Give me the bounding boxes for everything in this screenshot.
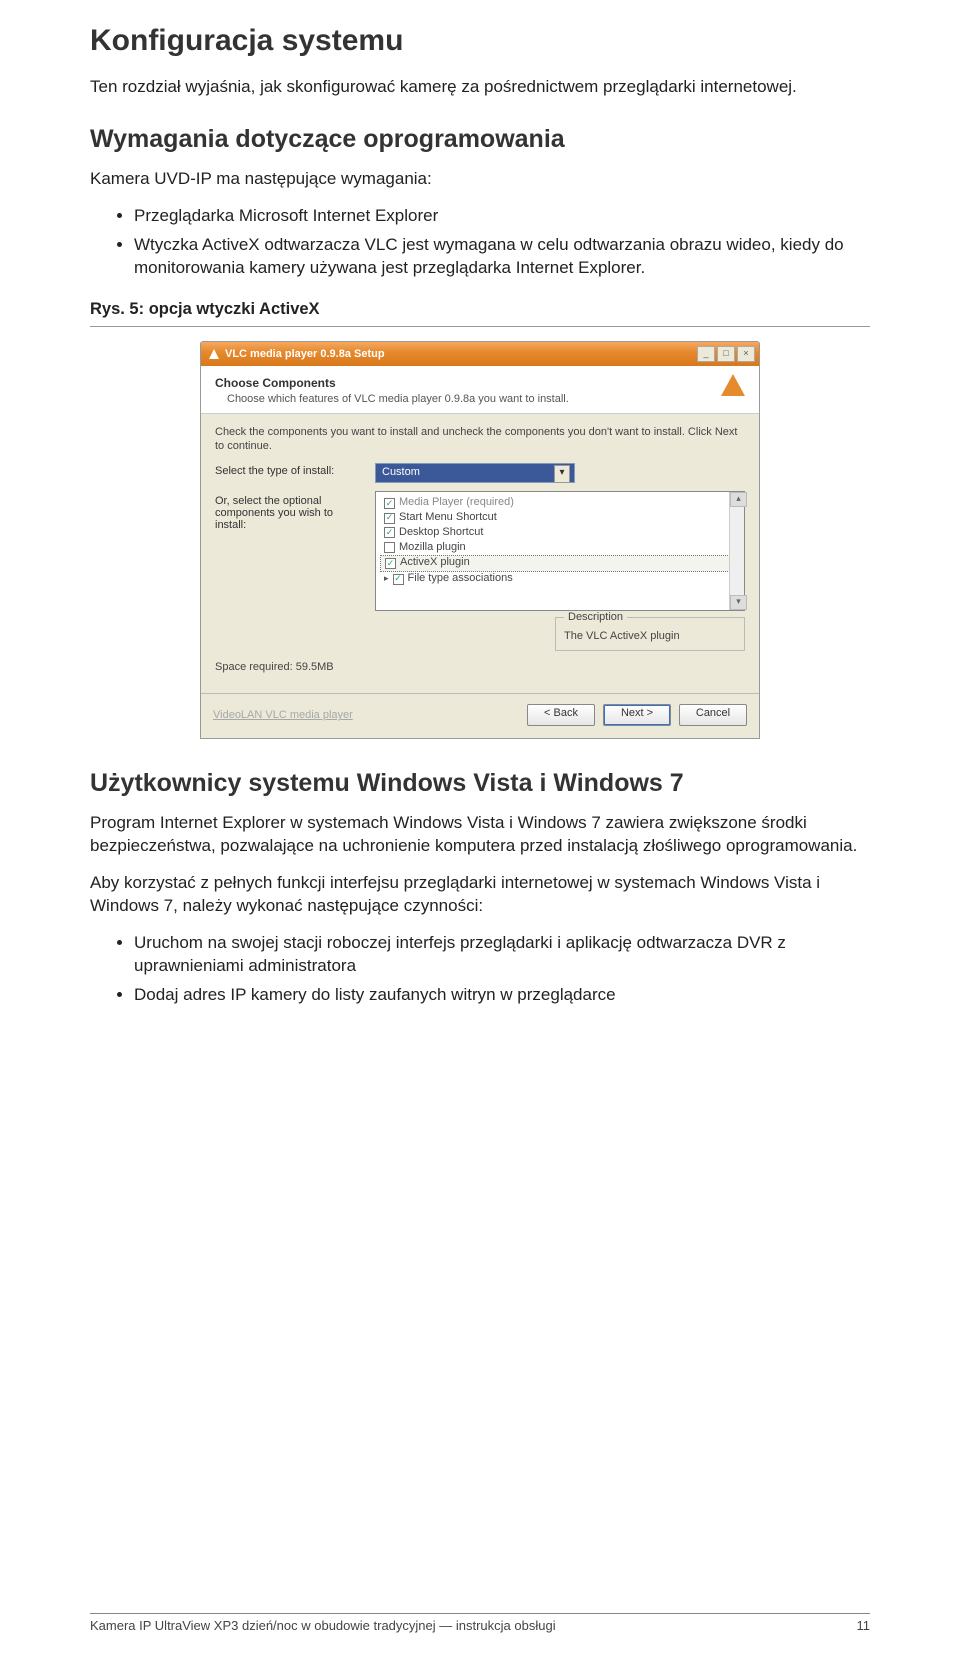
footer-left: Kamera IP UltraView XP3 dzień/noc w obud…: [90, 1618, 556, 1633]
req-item: Wtyczka ActiveX odtwarzacza VLC jest wym…: [134, 234, 870, 280]
list-item: ▸ File type associations: [380, 572, 740, 587]
component-label: ActiveX plugin: [400, 556, 470, 570]
checkbox-icon[interactable]: [384, 542, 395, 553]
next-button[interactable]: Next >: [603, 704, 671, 726]
cancel-button[interactable]: Cancel: [679, 704, 747, 726]
scrollbar[interactable]: [729, 492, 744, 610]
optional-components-label: Or, select the optional components you w…: [215, 491, 365, 611]
components-listbox[interactable]: Media Player (required) Start Menu Short…: [375, 491, 745, 611]
close-icon[interactable]: ×: [737, 346, 755, 362]
description-legend: Description: [564, 611, 627, 623]
page-footer: Kamera IP UltraView XP3 dzień/noc w obud…: [90, 1613, 870, 1633]
list-item: Media Player (required): [380, 496, 740, 511]
expand-icon[interactable]: ▸: [384, 573, 389, 584]
list-item: Desktop Shortcut: [380, 526, 740, 541]
header-title: Choose Components: [215, 376, 745, 390]
vista-list: Uruchom na swojej stacji roboczej interf…: [90, 932, 870, 1007]
checkbox-icon[interactable]: [384, 513, 395, 524]
checkbox-icon[interactable]: [384, 527, 395, 538]
installer-header: Choose Components Choose which features …: [201, 366, 759, 414]
list-item: ActiveX plugin: [380, 555, 740, 572]
checkbox-icon: [384, 498, 395, 509]
vista-item: Uruchom na swojej stacji roboczej interf…: [134, 932, 870, 978]
installer-window: VLC media player 0.9.8a Setup _ □ × Choo…: [200, 341, 760, 740]
list-item: Mozilla plugin: [380, 541, 740, 556]
checkbox-icon[interactable]: [393, 574, 404, 585]
intro-paragraph: Ten rozdział wyjaśnia, jak skonfigurować…: [90, 76, 870, 99]
titlebar: VLC media player 0.9.8a Setup _ □ ×: [201, 342, 759, 366]
brand-link[interactable]: VideoLAN VLC media player: [213, 709, 519, 721]
checkbox-icon[interactable]: [385, 558, 396, 569]
install-type-label: Select the type of install:: [215, 463, 365, 477]
space-required: Space required: 59.5MB: [215, 661, 745, 673]
minimize-icon[interactable]: _: [697, 346, 715, 362]
caption-divider: [90, 326, 870, 327]
instruction-text: Check the components you want to install…: [215, 426, 745, 454]
component-label: Mozilla plugin: [399, 541, 466, 555]
figure-caption: Rys. 5: opcja wtyczki ActiveX: [90, 298, 870, 320]
footer-page-number: 11: [857, 1618, 871, 1633]
heading-wymagania: Wymagania dotyczące oprogramowania: [90, 125, 870, 154]
vlc-cone-icon: [209, 349, 219, 359]
component-label: Media Player (required): [399, 496, 514, 510]
description-text: The VLC ActiveX plugin: [564, 630, 680, 642]
list-item: Start Menu Shortcut: [380, 511, 740, 526]
description-box: Description The VLC ActiveX plugin: [555, 617, 745, 651]
vista-paragraph-2: Aby korzystać z pełnych funkcji interfej…: [90, 872, 870, 918]
component-label: Desktop Shortcut: [399, 526, 483, 540]
component-label: Start Menu Shortcut: [399, 511, 497, 525]
req-list: Przeglądarka Microsoft Internet Explorer…: [90, 205, 870, 280]
maximize-icon[interactable]: □: [717, 346, 735, 362]
component-label: File type associations: [408, 572, 513, 586]
titlebar-text: VLC media player 0.9.8a Setup: [225, 348, 691, 360]
vista-paragraph-1: Program Internet Explorer w systemach Wi…: [90, 812, 870, 858]
vista-item: Dodaj adres IP kamery do listy zaufanych…: [134, 984, 870, 1007]
req-item: Przeglądarka Microsoft Internet Explorer: [134, 205, 870, 228]
heading-konfiguracja: Konfiguracja systemu: [90, 24, 870, 58]
req-intro: Kamera UVD-IP ma następujące wymagania:: [90, 168, 870, 191]
install-type-dropdown[interactable]: Custom: [375, 463, 575, 483]
vlc-cone-icon: [721, 374, 745, 396]
back-button[interactable]: < Back: [527, 704, 595, 726]
header-subtitle: Choose which features of VLC media playe…: [227, 393, 745, 405]
heading-vista: Użytkownicy systemu Windows Vista i Wind…: [90, 769, 870, 798]
